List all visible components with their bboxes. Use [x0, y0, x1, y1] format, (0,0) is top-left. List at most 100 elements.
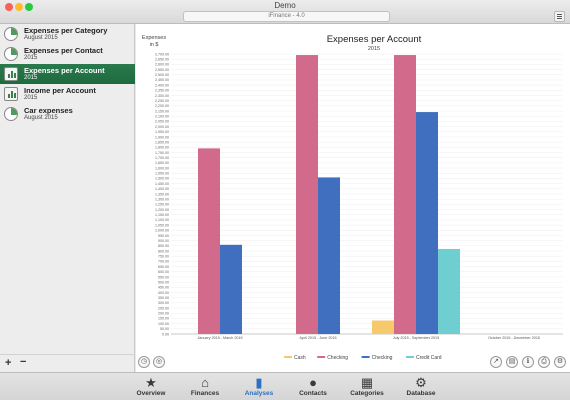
- sidebar-item-subtitle: 2015: [24, 95, 38, 101]
- legend-label: Credit Card: [416, 355, 442, 361]
- y-tick-label: 1,550.00: [155, 172, 169, 176]
- bar: [296, 55, 318, 334]
- chart-panel: Expenses per Account 2015 Expenses in $ 0.00…: [136, 24, 570, 372]
- y-tick-label: 1,950.00: [155, 130, 169, 134]
- save-icon[interactable]: ▤: [506, 356, 518, 368]
- bar: [438, 248, 460, 334]
- y-tick-label: 2,600.00: [155, 63, 169, 67]
- sidebar: Expenses per Category August 2015 Expens…: [0, 24, 135, 372]
- y-tick-label: 550.00: [158, 275, 169, 279]
- sidebar-item-expenses-per-contact[interactable]: Expenses per Contact 2015: [0, 44, 135, 64]
- y-tick-label: 1,850.00: [155, 140, 169, 144]
- sidebar-item-subtitle: August 2015: [24, 35, 58, 41]
- title-bar: Demo iFinance - 4.0: [0, 0, 570, 24]
- sidebar-item-expenses-per-account[interactable]: Expenses per Account 2015: [0, 64, 135, 84]
- y-tick-label: 1,150.00: [155, 213, 169, 217]
- window-title: Demo: [274, 1, 296, 10]
- y-tick-label: 1,050.00: [155, 223, 169, 227]
- tab-finances[interactable]: ⌂ Finances: [180, 375, 230, 400]
- tab-analyses[interactable]: ▮ Analyses: [234, 375, 284, 400]
- print-icon[interactable]: ⎙: [538, 356, 550, 368]
- y-tick-label: 700.00: [158, 260, 169, 264]
- y-tick-label: 1,500.00: [155, 177, 169, 181]
- sidebar-item-car-expenses[interactable]: Car expenses August 2015: [0, 104, 135, 124]
- gear-icon: ⚙: [415, 375, 427, 390]
- y-tick-label: 200.00: [158, 312, 169, 316]
- tab-label: Database: [406, 390, 436, 397]
- bar: [220, 244, 242, 334]
- y-tick-label: 2,300.00: [155, 94, 169, 98]
- pie-chart-icon: [4, 47, 18, 61]
- y-tick-label: 1,450.00: [155, 182, 169, 186]
- y-tick-label: 1,650.00: [155, 161, 169, 165]
- bar: [318, 177, 340, 334]
- info-icon[interactable]: ℹ: [522, 356, 534, 368]
- settings-icon[interactable]: ⚙: [554, 356, 566, 368]
- legend-label: Checking: [372, 355, 393, 361]
- sidebar-item-subtitle: 2015: [24, 75, 38, 81]
- bar-chart-icon: [4, 87, 18, 101]
- tab-label: Finances: [190, 390, 220, 397]
- y-tick-label: 350.00: [158, 296, 169, 300]
- filter-icon[interactable]: ◎: [153, 356, 165, 368]
- y-tick-label: 500.00: [158, 280, 169, 284]
- chart-options-icon[interactable]: ↗: [490, 356, 502, 368]
- y-tick-label: 1,800.00: [155, 146, 169, 150]
- tab-label: Overview: [136, 390, 166, 397]
- tab-contacts[interactable]: ● Contacts: [288, 375, 338, 400]
- sidebar-item-income-per-account[interactable]: Income per Account 2015: [0, 84, 135, 104]
- y-tick-label: 2,000.00: [155, 125, 169, 129]
- pie-chart-icon: [4, 107, 18, 121]
- y-tick-label: 150.00: [158, 317, 169, 321]
- y-tick-label: 1,900.00: [155, 135, 169, 139]
- y-tick-label: 100.00: [158, 322, 169, 326]
- tab-label: Analyses: [244, 390, 274, 397]
- legend-label: Checking: [327, 355, 348, 361]
- y-tick-label: 2,250.00: [155, 99, 169, 103]
- legend-label: Cash: [294, 355, 306, 361]
- y-tick-label: 300.00: [158, 301, 169, 305]
- tab-bar: ★ Overview ⌂ Finances ▮ Analyses ● Conta…: [0, 372, 570, 400]
- history-icon[interactable]: ◷: [138, 356, 150, 368]
- chart-subtitle: 2015: [368, 46, 380, 52]
- tab-overview[interactable]: ★ Overview: [126, 375, 176, 400]
- y-tick-label: 1,600.00: [155, 166, 169, 170]
- bar-chart-icon: ▮: [255, 375, 263, 390]
- bar: [416, 112, 438, 335]
- y-tick-label: 1,350.00: [155, 192, 169, 196]
- bar: [394, 55, 416, 334]
- sidebar-item-title: Expenses per Category: [24, 26, 108, 35]
- remove-analysis-button[interactable]: −: [20, 356, 26, 368]
- y-tick-label: 2,650.00: [155, 57, 169, 61]
- tab-database[interactable]: ⚙ Database: [396, 375, 446, 400]
- y-tick-label: 600.00: [158, 270, 169, 274]
- sidebar-item-title: Income per Account: [24, 86, 96, 95]
- bank-icon: ⌂: [201, 375, 209, 390]
- list-view-button[interactable]: [554, 11, 565, 22]
- y-tick-label: 750.00: [158, 255, 169, 259]
- y-axis-label: Expenses: [142, 35, 166, 41]
- y-tick-label: 1,250.00: [155, 203, 169, 207]
- x-tick-label: April 2015 - June 2015: [299, 336, 336, 340]
- y-tick-label: 1,700.00: [155, 156, 169, 160]
- y-axis-label: in $: [150, 42, 159, 48]
- pie-chart-icon: [4, 27, 18, 41]
- tab-label: Categories: [350, 390, 384, 397]
- y-tick-label: 400.00: [158, 291, 169, 295]
- sidebar-item-expenses-per-category[interactable]: Expenses per Category August 2015: [0, 24, 135, 44]
- sidebar-item-title: Car expenses: [24, 106, 73, 115]
- x-tick-label: July 2015 - September 2015: [393, 336, 439, 340]
- y-tick-label: 650.00: [158, 265, 169, 269]
- add-analysis-button[interactable]: +: [5, 357, 11, 369]
- y-tick-label: 1,750.00: [155, 151, 169, 155]
- y-tick-label: 0.00: [162, 332, 169, 336]
- tab-categories[interactable]: ▦ Categories: [342, 375, 392, 400]
- y-tick-label: 2,150.00: [155, 109, 169, 113]
- y-tick-label: 2,100.00: [155, 115, 169, 119]
- y-tick-label: 1,400.00: [155, 187, 169, 191]
- y-tick-label: 2,350.00: [155, 89, 169, 93]
- x-tick-label: January 2015 - March 2015: [197, 336, 242, 340]
- y-tick-label: 50.00: [160, 327, 169, 331]
- y-tick-label: 2,550.00: [155, 68, 169, 72]
- bar-chart-icon: [4, 67, 18, 81]
